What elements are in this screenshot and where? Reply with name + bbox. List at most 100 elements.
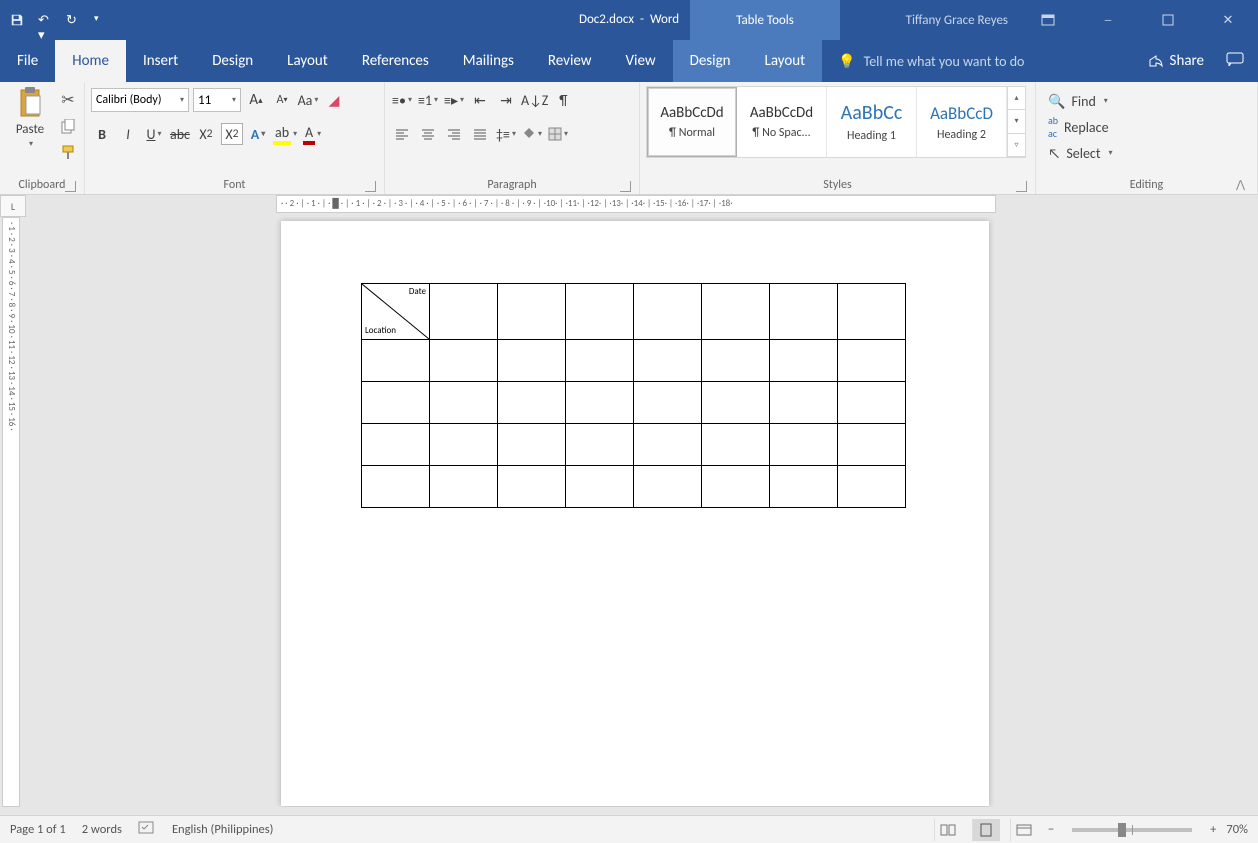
tell-me-search[interactable]: 💡 Tell me what you want to do <box>822 40 1147 82</box>
align-center-button[interactable] <box>417 123 439 145</box>
qat-customize-icon[interactable]: ▾ <box>94 13 108 27</box>
horizontal-ruler[interactable]: · · 2 · | · 1 · | · █ · | · 1 · | · 2 · … <box>276 195 996 213</box>
font-color-button[interactable]: A▾ <box>301 123 323 145</box>
table-cell[interactable] <box>362 382 430 424</box>
table-cell[interactable] <box>770 466 838 508</box>
status-page[interactable]: Page 1 of 1 <box>10 822 66 837</box>
strikethrough-button[interactable]: abc <box>169 123 191 145</box>
table-cell[interactable] <box>362 340 430 382</box>
status-language[interactable]: English (Philippines) <box>172 822 273 837</box>
table-cell[interactable] <box>702 340 770 382</box>
text-effects-button[interactable]: A▾ <box>247 123 269 145</box>
underline-button[interactable]: U▾ <box>143 123 165 145</box>
highlight-button[interactable]: ab▾ <box>273 123 297 145</box>
zoom-level[interactable]: 70% <box>1226 822 1248 837</box>
table-cell[interactable] <box>430 284 498 340</box>
table-cell[interactable] <box>362 424 430 466</box>
align-left-button[interactable] <box>391 123 413 145</box>
style-heading-1[interactable]: AaBbCc Heading 1 <box>827 87 917 157</box>
document-table[interactable]: Date Location <box>361 283 906 508</box>
tab-file[interactable]: File <box>0 40 55 82</box>
close-button[interactable]: ✕ <box>1208 5 1248 35</box>
table-cell[interactable] <box>498 466 566 508</box>
table-header-cell[interactable]: Date Location <box>362 284 430 340</box>
grow-font-button[interactable]: A▴ <box>245 89 267 111</box>
table-cell[interactable] <box>498 382 566 424</box>
table-cell[interactable] <box>566 340 634 382</box>
tab-design[interactable]: Design <box>195 40 270 82</box>
table-cell[interactable] <box>702 466 770 508</box>
borders-button[interactable]: ▾ <box>547 123 569 145</box>
table-cell[interactable] <box>430 340 498 382</box>
table-cell[interactable] <box>498 340 566 382</box>
justify-button[interactable] <box>469 123 491 145</box>
table-cell[interactable] <box>702 424 770 466</box>
table-cell[interactable] <box>498 284 566 340</box>
clipboard-launcher[interactable] <box>65 181 76 192</box>
shading-button[interactable]: ▾ <box>521 123 543 145</box>
superscript-button[interactable]: X2 <box>221 123 243 145</box>
table-cell[interactable] <box>634 466 702 508</box>
tab-table-layout[interactable]: Layout <box>748 40 823 82</box>
table-cell[interactable] <box>770 382 838 424</box>
bullets-button[interactable]: ≡•▾ <box>391 89 413 111</box>
read-mode-button[interactable] <box>934 819 962 841</box>
multilevel-button[interactable]: ≡▸▾ <box>443 89 465 111</box>
vertical-ruler[interactable]: · 1 · 2 · 3 · 4 · 5 · 6 · 7 · 8 · 9 · 10… <box>2 217 20 807</box>
change-case-button[interactable]: Aa▾ <box>297 89 319 111</box>
table-cell[interactable] <box>770 340 838 382</box>
table-cell[interactable] <box>770 424 838 466</box>
align-right-button[interactable] <box>443 123 465 145</box>
paste-button[interactable]: Paste ▾ <box>6 86 54 149</box>
increase-indent-button[interactable]: ⇥ <box>495 89 517 111</box>
italic-button[interactable]: I <box>117 123 139 145</box>
table-cell[interactable] <box>566 424 634 466</box>
tab-table-design[interactable]: Design <box>673 40 748 82</box>
tab-mailings[interactable]: Mailings <box>446 40 531 82</box>
table-cell[interactable] <box>566 284 634 340</box>
table-cell[interactable] <box>702 382 770 424</box>
share-button[interactable]: Share <box>1148 52 1204 70</box>
format-painter-icon[interactable] <box>58 142 78 162</box>
ribbon-display-options-icon[interactable] <box>1028 5 1068 35</box>
paragraph-launcher[interactable] <box>620 181 631 192</box>
table-cell[interactable] <box>430 466 498 508</box>
styles-launcher[interactable] <box>1016 181 1027 192</box>
decrease-indent-button[interactable]: ⇤ <box>469 89 491 111</box>
numbering-button[interactable]: ≡1▾ <box>417 89 439 111</box>
tab-home[interactable]: Home <box>55 40 126 82</box>
table-cell[interactable] <box>634 424 702 466</box>
shrink-font-button[interactable]: A▾ <box>271 89 293 111</box>
style-gallery[interactable]: AaBbCcDd ¶ Normal AaBbCcDd ¶ No Spac... … <box>646 86 1026 158</box>
status-words[interactable]: 2 words <box>82 822 122 837</box>
document-area[interactable]: Date Location <box>26 217 1258 807</box>
style-no-spacing[interactable]: AaBbCcDd ¶ No Spac... <box>737 87 827 157</box>
subscript-button[interactable]: X2 <box>195 123 217 145</box>
style-normal[interactable]: AaBbCcDd ¶ Normal <box>647 87 737 157</box>
table-cell[interactable] <box>362 466 430 508</box>
select-button[interactable]: ↖Select▾ <box>1042 140 1119 166</box>
maximize-button[interactable] <box>1148 5 1188 35</box>
clear-formatting-icon[interactable]: ◢ <box>323 89 345 111</box>
table-cell[interactable] <box>838 284 906 340</box>
web-layout-button[interactable] <box>1010 819 1038 841</box>
table-cell[interactable] <box>566 382 634 424</box>
table-cell[interactable] <box>838 424 906 466</box>
undo-icon[interactable]: ↶ ▾ <box>38 13 52 27</box>
line-spacing-button[interactable]: ‡≡▾ <box>495 123 517 145</box>
spellcheck-icon[interactable] <box>138 821 156 839</box>
collapse-ribbon-icon[interactable]: ⋀ <box>1236 178 1245 191</box>
copy-icon[interactable] <box>58 116 78 136</box>
redo-icon[interactable]: ↻ <box>66 13 80 27</box>
table-cell[interactable] <box>770 284 838 340</box>
table-cell[interactable] <box>702 284 770 340</box>
comments-icon[interactable] <box>1226 52 1244 71</box>
minimize-button[interactable]: ─ <box>1088 5 1128 35</box>
cut-icon[interactable]: ✂ <box>58 90 78 110</box>
table-cell[interactable] <box>838 340 906 382</box>
table-cell[interactable] <box>498 424 566 466</box>
table-cell[interactable] <box>634 382 702 424</box>
tab-view[interactable]: View <box>609 40 673 82</box>
tab-insert[interactable]: Insert <box>126 40 195 82</box>
print-layout-button[interactable] <box>972 819 1000 841</box>
